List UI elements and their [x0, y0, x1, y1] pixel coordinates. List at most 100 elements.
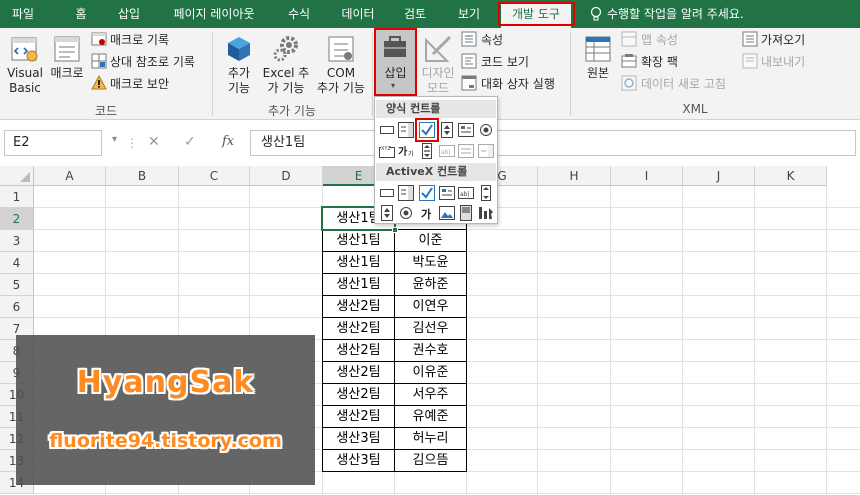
table-cell-team[interactable]: 생산2팀 — [322, 405, 395, 428]
insert-function-icon[interactable]: fx — [222, 134, 234, 149]
form-groupbox-control-icon[interactable]: XYZ — [378, 142, 396, 160]
table-cell-team[interactable]: 생산2팀 — [322, 317, 395, 340]
name-box-dropdown-icon[interactable]: ▾ — [112, 134, 117, 145]
table-cell-team[interactable]: 생산2팀 — [322, 295, 395, 318]
form-button-control-icon[interactable] — [378, 121, 396, 139]
form-textfield-control-icon[interactable]: ab| — [438, 142, 456, 160]
macro-button[interactable]: 매크로 — [46, 30, 88, 100]
vertical-dots-icon: ⋮ — [126, 136, 138, 150]
form-option-button-control-icon[interactable] — [477, 121, 495, 139]
activex-scrollbar-control-icon[interactable] — [477, 184, 495, 202]
table-cell-name[interactable]: 윤하준 — [394, 273, 467, 296]
row-header-1[interactable]: 1 — [0, 186, 34, 208]
table-cell-name[interactable]: 서우주 — [394, 383, 467, 406]
column-header-b[interactable]: B — [106, 166, 179, 186]
form-spinner-control-icon[interactable] — [438, 121, 456, 139]
table-cell-name[interactable]: 허누리 — [394, 427, 467, 450]
view-code-button[interactable]: 코드 보기 — [481, 53, 529, 70]
activex-button-control-icon[interactable] — [378, 184, 396, 202]
table-cell-name[interactable]: 김선우 — [394, 317, 467, 340]
form-combo-dropdown-control-icon[interactable] — [477, 142, 495, 160]
expansion-packs-button[interactable]: 확장 팩 — [641, 53, 678, 70]
column-header-d[interactable]: D — [250, 166, 323, 186]
export-button[interactable]: 내보내기 — [761, 53, 805, 70]
tab-review[interactable]: 검토 — [398, 0, 432, 28]
visual-basic-button[interactable]: Visual Basic — [4, 30, 46, 100]
name-box[interactable]: E2 — [4, 130, 102, 156]
table-cell-team[interactable]: 생산1팀 — [322, 229, 395, 252]
row-header-3[interactable]: 3 — [0, 230, 34, 252]
activex-toggle-button-control-icon[interactable] — [457, 204, 475, 222]
row-header-4[interactable]: 4 — [0, 252, 34, 274]
tab-developer[interactable]: 개발 도구 — [501, 3, 571, 28]
tab-view[interactable]: 보기 — [452, 0, 486, 28]
select-all-corner[interactable] — [0, 166, 34, 186]
table-cell-name[interactable]: 이준 — [394, 229, 467, 252]
column-header-c[interactable]: C — [179, 166, 250, 186]
table-cell-name[interactable]: 권수호 — [394, 339, 467, 362]
refresh-data-button[interactable]: 데이터 새로 고침 — [641, 75, 726, 92]
tab-data[interactable]: 데이터 — [336, 0, 380, 28]
column-header-k[interactable]: K — [755, 166, 827, 186]
column-header-h[interactable]: H — [538, 166, 611, 186]
column-header-i[interactable]: I — [611, 166, 683, 186]
table-cell-team[interactable]: 생산2팀 — [322, 339, 395, 362]
column-header-j[interactable]: J — [683, 166, 755, 186]
addins-button[interactable]: 추가 기능 — [218, 30, 260, 100]
table-cell-team[interactable]: 생산1팀 — [322, 251, 395, 274]
table-cell-name[interactable]: 유예준 — [394, 405, 467, 428]
relative-reference-icon — [91, 53, 107, 69]
map-properties-button[interactable]: 맵 속성 — [641, 31, 678, 48]
row-header-2[interactable]: 2 — [0, 208, 34, 230]
design-mode-button[interactable]: 디자인 모드 — [418, 30, 458, 100]
formula-input[interactable]: 생산1팀 — [250, 130, 856, 156]
tab-file[interactable]: 파일 — [6, 0, 40, 28]
tab-insert[interactable]: 삽입 — [112, 0, 146, 28]
column-header-a[interactable]: A — [34, 166, 106, 186]
activex-spinner-control-icon[interactable] — [378, 204, 396, 222]
activex-combobox-control-icon[interactable] — [397, 184, 415, 202]
table-cell-name[interactable]: 김으뜸 — [394, 449, 467, 472]
run-dialog-button[interactable]: 대화 상자 실행 — [481, 75, 555, 92]
excel-addins-button[interactable]: Excel 추 가 기능 — [258, 30, 314, 100]
activex-label-control-icon[interactable]: 가 — [418, 204, 436, 222]
activex-listbox-control-icon[interactable] — [438, 184, 456, 202]
table-cell-name[interactable]: 박도윤 — [394, 251, 467, 274]
relative-reference-button[interactable]: 상대 참조로 기록 — [110, 53, 195, 70]
com-addins-button[interactable]: COM 추가 기능 — [312, 30, 370, 100]
form-listbox-control-icon[interactable] — [457, 121, 475, 139]
tell-me-search[interactable]: 수행할 작업을 알려 주세요. — [607, 0, 744, 28]
activex-checkbox-control-icon[interactable] — [418, 184, 436, 202]
table-cell-team[interactable]: 생산2팀 — [322, 361, 395, 384]
form-label-control-icon[interactable]: 가가 — [397, 142, 415, 160]
row-header-5[interactable]: 5 — [0, 274, 34, 296]
tab-page-layout[interactable]: 페이지 레이아웃 — [164, 0, 264, 28]
properties-button[interactable]: 속성 — [481, 31, 503, 48]
activex-more-controls-icon[interactable] — [477, 204, 495, 222]
insert-control-button[interactable]: 삽입 ▾ — [376, 29, 415, 95]
tab-home[interactable]: 홈 — [64, 0, 98, 28]
cancel-icon[interactable]: ✕ — [148, 134, 160, 150]
table-cell-team[interactable]: 생산1팀 — [322, 273, 395, 296]
fill-handle[interactable] — [392, 227, 398, 233]
import-button[interactable]: 가져오기 — [761, 31, 805, 48]
form-combobox-control-icon[interactable] — [397, 121, 415, 139]
enter-icon[interactable]: ✓ — [184, 134, 196, 150]
table-cell-team[interactable]: 생산2팀 — [322, 383, 395, 406]
form-combo-list-control-icon[interactable] — [457, 142, 475, 160]
form-scrollbar-control-icon[interactable] — [418, 142, 436, 160]
activex-image-control-icon[interactable] — [438, 204, 456, 222]
xml-source-button[interactable]: 원본 — [578, 30, 618, 100]
record-macro-button[interactable]: 매크로 기록 — [110, 31, 169, 48]
table-cell-team[interactable]: 생산3팀 — [322, 449, 395, 472]
tab-formulas[interactable]: 수식 — [282, 0, 316, 28]
activex-textbox-control-icon[interactable]: ab| — [457, 184, 475, 202]
group-separator — [372, 32, 373, 116]
table-cell-name[interactable]: 이연우 — [394, 295, 467, 318]
activex-option-button-control-icon[interactable] — [397, 204, 415, 222]
macro-security-button[interactable]: 매크로 보안 — [110, 75, 169, 92]
table-cell-name[interactable]: 이유준 — [394, 361, 467, 384]
table-cell-team[interactable]: 생산3팀 — [322, 427, 395, 450]
form-checkbox-control-icon[interactable] — [418, 121, 436, 139]
row-header-6[interactable]: 6 — [0, 296, 34, 318]
